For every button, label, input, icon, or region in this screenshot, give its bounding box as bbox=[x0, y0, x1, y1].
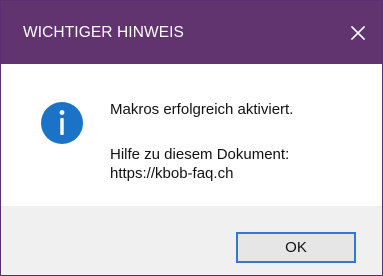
info-icon bbox=[41, 102, 83, 144]
success-message: Makros erfolgreich aktiviert. bbox=[110, 101, 294, 118]
dialog-content: Makros erfolgreich aktiviert. Hilfe zu d… bbox=[1, 64, 382, 206]
dialog-footer: OK bbox=[1, 206, 382, 275]
ok-button[interactable]: OK bbox=[236, 232, 356, 263]
message-dialog: WICHTIGER HINWEIS Makros erfolgreich akt… bbox=[0, 0, 383, 276]
close-button[interactable] bbox=[334, 1, 382, 64]
help-message: Hilfe zu diesem Dokument: bbox=[110, 146, 290, 163]
dialog-titlebar: WICHTIGER HINWEIS bbox=[1, 1, 382, 64]
ok-button-label: OK bbox=[285, 238, 307, 256]
close-icon bbox=[350, 25, 366, 40]
help-url: https://kbob-faq.ch bbox=[110, 165, 234, 182]
dialog-title: WICHTIGER HINWEIS bbox=[23, 24, 184, 41]
